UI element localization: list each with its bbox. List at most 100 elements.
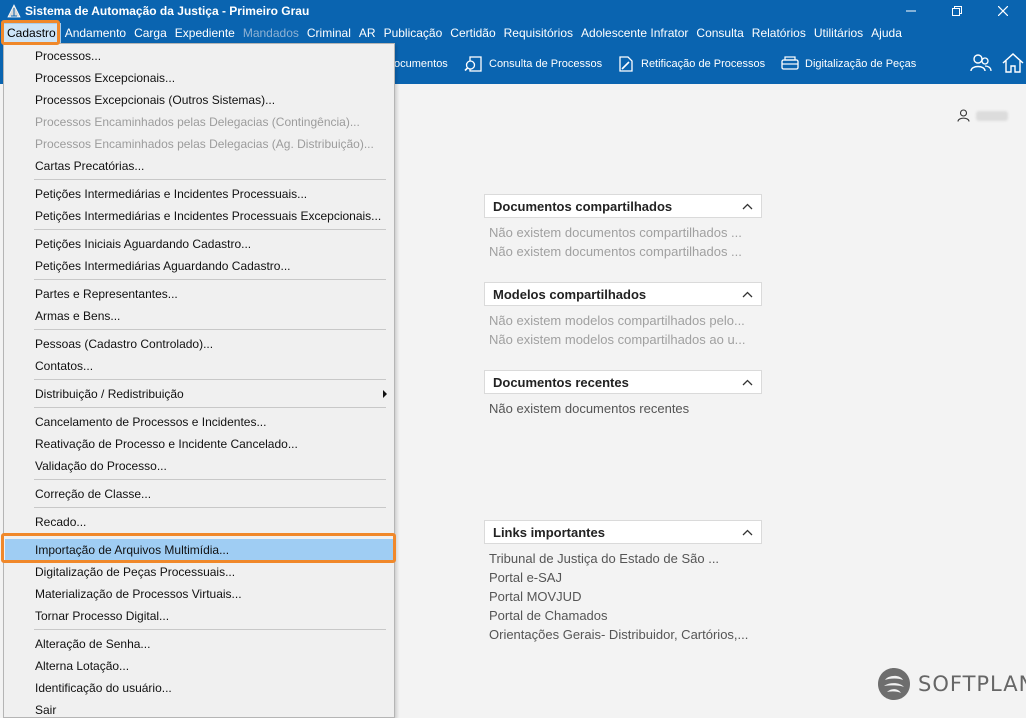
- home-icon: [1002, 52, 1024, 73]
- menu-ajuda[interactable]: Ajuda: [867, 23, 906, 43]
- panel-title: Documentos compartilhados: [493, 198, 673, 214]
- toolbar-documentos-label: ocumentos: [394, 58, 448, 70]
- collapse-chevron-icon[interactable]: [742, 203, 753, 210]
- restore-button[interactable]: [934, 0, 980, 22]
- menu-publicacao[interactable]: Publicação: [380, 23, 447, 43]
- link-portal-esaj[interactable]: Portal e-SAJ: [489, 568, 757, 587]
- cadastro-menu-item[interactable]: Cancelamento de Processos e Incidentes..…: [5, 411, 393, 433]
- cadastro-menu-item[interactable]: Identificação do usuário...: [5, 677, 393, 699]
- link-orientacoes-gerais[interactable]: Orientações Gerais- Distribuidor, Cartór…: [489, 625, 757, 644]
- cadastro-menu-item[interactable]: Tornar Processo Digital...: [5, 605, 393, 627]
- consulta-processos-label: Consulta de Processos: [489, 58, 603, 70]
- menu-item-label: Reativação de Processo e Incidente Cance…: [35, 437, 298, 451]
- cadastro-menu-item[interactable]: Cartas Precatórias...: [5, 155, 393, 177]
- menu-criminal[interactable]: Criminal: [303, 23, 355, 43]
- cadastro-menu-item[interactable]: Petições Intermediárias e Incidentes Pro…: [5, 183, 393, 205]
- cadastro-menu-item: Processos Encaminhados pelas Delegacias …: [5, 111, 393, 133]
- menu-item-label: Partes e Representantes...: [35, 287, 178, 301]
- panel-line: Não existem documentos compartilhados ..…: [489, 225, 742, 240]
- collapse-chevron-icon[interactable]: [742, 529, 753, 536]
- cadastro-menu-item[interactable]: Reativação de Processo e Incidente Cance…: [5, 433, 393, 455]
- panel-line: Não existem documentos recentes: [489, 401, 690, 416]
- menu-mandados[interactable]: Mandados: [239, 23, 303, 43]
- cadastro-menu-item[interactable]: Alteração de Senha...: [5, 633, 393, 655]
- cadastro-menu-item[interactable]: Validação do Processo...: [5, 455, 393, 477]
- menu-item-label: Correção de Classe...: [35, 487, 152, 501]
- digitalizacao-pecas-button[interactable]: Digitalização de Peças: [780, 44, 916, 84]
- scanner-icon: [781, 56, 799, 70]
- app-logo-icon: [7, 4, 21, 18]
- cadastro-menu-item[interactable]: Sair: [5, 699, 393, 718]
- menu-ar[interactable]: AR: [355, 23, 380, 43]
- cadastro-menu-item[interactable]: Petições Iniciais Aguardando Cadastro...: [5, 233, 393, 255]
- menu-item-label: Petições Intermediárias e Incidentes Pro…: [35, 187, 308, 201]
- menu-item-label: Distribuição / Redistribuição: [35, 387, 184, 401]
- minimize-button[interactable]: [888, 0, 934, 22]
- cadastro-menu-item[interactable]: Distribuição / Redistribuição: [5, 383, 393, 405]
- window-controls: [888, 0, 1026, 22]
- menu-certidao[interactable]: Certidão: [446, 23, 499, 43]
- panel-title: Documentos recentes: [493, 374, 629, 390]
- panel-header[interactable]: Documentos recentes: [484, 370, 762, 394]
- cadastro-menu-item[interactable]: Armas e Bens...: [5, 305, 393, 327]
- menu-expediente[interactable]: Expediente: [171, 23, 239, 43]
- brand-name: SOFTPLAN: [918, 672, 1026, 696]
- link-portal-chamados[interactable]: Portal de Chamados: [489, 606, 757, 625]
- menu-item-label: Sair: [35, 703, 57, 717]
- cadastro-menu-item[interactable]: Petições Intermediárias e Incidentes Pro…: [5, 205, 393, 227]
- menu-separator: [34, 229, 386, 230]
- menu-item-label: Recado...: [35, 515, 87, 529]
- link-tribunal[interactable]: Tribunal de Justiça do Estado de São ...: [489, 549, 757, 568]
- menu-item-label: Tornar Processo Digital...: [35, 609, 170, 623]
- window-title: Sistema de Automação da Justiça - Primei…: [25, 4, 310, 18]
- menu-utilitarios[interactable]: Utilitários: [810, 23, 867, 43]
- cadastro-menu-item[interactable]: Processos...: [5, 45, 393, 67]
- users-icon: [970, 54, 992, 72]
- menu-item-label: Processos Excepcionais...: [35, 71, 176, 85]
- minimize-icon: [906, 10, 916, 12]
- menu-item-label: Petições Iniciais Aguardando Cadastro...: [35, 237, 252, 251]
- menu-separator: [34, 629, 386, 630]
- menu-adolescente-infrator[interactable]: Adolescente Infrator: [577, 23, 692, 43]
- submenu-arrow-icon: [383, 390, 387, 398]
- edit-document-icon: [619, 56, 633, 72]
- panel-documentos-compartilhados: Documentos compartilhados Não existem do…: [484, 194, 762, 261]
- current-user[interactable]: [957, 109, 1008, 122]
- cadastro-menu-item[interactable]: Processos Excepcionais...: [5, 67, 393, 89]
- retificacao-processos-button[interactable]: Retificação de Processos: [616, 44, 765, 84]
- menu-consulta[interactable]: Consulta: [692, 23, 747, 43]
- menu-item-label: Processos Encaminhados pelas Delegacias …: [35, 137, 374, 151]
- menu-requisitorios[interactable]: Requisitórios: [500, 23, 577, 43]
- menu-separator: [34, 179, 386, 180]
- panel-line: Não existem modelos compartilhados pelo.…: [489, 313, 745, 328]
- cadastro-menu-item[interactable]: Correção de Classe...: [5, 483, 393, 505]
- panel-header[interactable]: Documentos compartilhados: [484, 194, 762, 218]
- menu-andamento[interactable]: Andamento: [61, 23, 130, 43]
- toolbar-documentos-button[interactable]: ocumentos: [394, 44, 448, 84]
- close-button[interactable]: [980, 0, 1026, 22]
- menu-item-label: Processos Encaminhados pelas Delegacias …: [35, 115, 360, 129]
- menu-relatorios[interactable]: Relatórios: [748, 23, 810, 43]
- cadastro-menu-item[interactable]: Petições Intermediárias Aguardando Cadas…: [5, 255, 393, 277]
- cadastro-menu-item[interactable]: Alterna Lotação...: [5, 655, 393, 677]
- panel-header[interactable]: Links importantes: [484, 520, 762, 544]
- panel-header[interactable]: Modelos compartilhados: [484, 282, 762, 306]
- softplan-logo: SOFTPLAN: [876, 666, 1026, 702]
- cadastro-menu-item[interactable]: Contatos...: [5, 355, 393, 377]
- collapse-chevron-icon[interactable]: [742, 379, 753, 386]
- link-portal-movjud[interactable]: Portal MOVJUD: [489, 587, 757, 606]
- cadastro-menu-item[interactable]: Pessoas (Cadastro Controlado)...: [5, 333, 393, 355]
- menu-item-label: Processos...: [35, 49, 102, 63]
- users-button[interactable]: [970, 52, 992, 77]
- cadastro-menu-item[interactable]: Digitalização de Peças Processuais...: [5, 561, 393, 583]
- panel-title: Modelos compartilhados: [493, 286, 647, 302]
- cadastro-menu-item[interactable]: Partes e Representantes...: [5, 283, 393, 305]
- cadastro-menu-item[interactable]: Processos Excepcionais (Outros Sistemas)…: [5, 89, 393, 111]
- home-button[interactable]: [1002, 52, 1024, 77]
- menu-carga[interactable]: Carga: [130, 23, 171, 43]
- cadastro-menu-item[interactable]: Materialização de Processos Virtuais...: [5, 583, 393, 605]
- collapse-chevron-icon[interactable]: [742, 291, 753, 298]
- consulta-processos-button[interactable]: Consulta de Processos: [464, 44, 602, 84]
- digitalizacao-pecas-label: Digitalização de Peças: [805, 58, 917, 70]
- cadastro-menu-item[interactable]: Recado...: [5, 511, 393, 533]
